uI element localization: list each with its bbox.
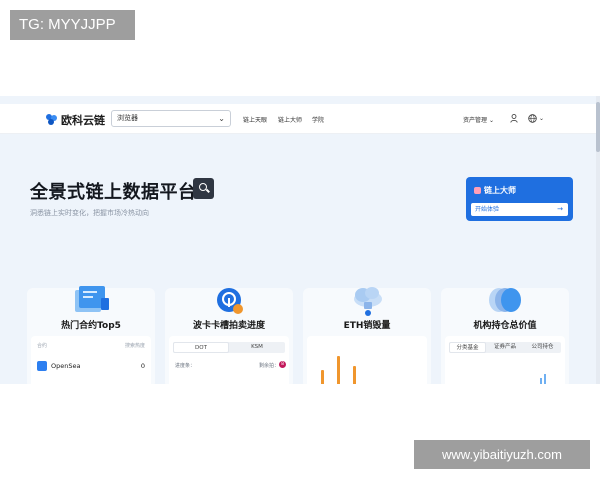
contract-name: OpenSea (51, 362, 81, 370)
card-body (307, 336, 427, 384)
opensea-icon (37, 361, 47, 371)
hero-title: 全景式链上数据平台 (30, 182, 197, 203)
card-body: 合约 搜索热度 OpenSea 0 (31, 336, 151, 384)
tab-securities[interactable]: 证券产品 (486, 342, 524, 353)
card-title: ETH销毁量 (343, 321, 391, 331)
chevron-down-icon: ⌄ (218, 114, 225, 123)
hero-subtitle: 洞悉链上实时变化，把握市场冷热动向 (30, 209, 149, 217)
watermark-bottom: www.yibaitiyuzh.com (414, 440, 590, 469)
tab-dot[interactable]: DOT (173, 342, 229, 353)
user-icon[interactable] (510, 114, 518, 123)
card-body: DOT KSM 进度条： 剩余拍： 8 (169, 336, 289, 384)
card-institution-holdings[interactable]: 机构持仓总价值 分类基金 证券产品 公司持仓 (441, 288, 569, 384)
card-title: 热门合约Top5 (61, 321, 121, 331)
app-screenshot: 欧科云链 浏览器 ⌄ 链上天眼 链上大师 学院 资产管理 ⌄ ⌄ 全景式链上数据… (0, 96, 600, 384)
card-title: 波卡卡槽拍卖进度 (192, 321, 265, 331)
chart-bar (353, 366, 356, 384)
browser-select[interactable]: 浏览器 ⌄ (111, 110, 231, 127)
contract-illustration-icon (75, 286, 109, 312)
nav-link-academy[interactable]: 学院 (312, 115, 324, 124)
tab-fund[interactable]: 分类基金 (449, 342, 486, 353)
column-header-search-heat: 搜索热度 (124, 343, 145, 349)
search-button[interactable] (193, 178, 214, 199)
asset-manage-label: 资产管理 (463, 117, 488, 124)
chain-master-label: 链上大师 (484, 186, 516, 195)
start-trial-label: 开始体验 (475, 206, 500, 213)
logo-text: 欧科云链 (61, 114, 105, 127)
segmented-control: 分类基金 证券产品 公司持仓 (449, 342, 561, 353)
chart-bar (337, 356, 340, 384)
globe-icon[interactable] (528, 114, 537, 123)
mini-chart-icon (540, 374, 546, 384)
chart-bar (321, 370, 324, 384)
card-body: 分类基金 证券产品 公司持仓 (445, 336, 565, 384)
arrow-right-icon: → (557, 205, 563, 213)
segmented-control: DOT KSM (173, 342, 285, 353)
chain-master-title: 链上大师 (474, 185, 516, 196)
chevron-down-icon: ⌄ (488, 117, 494, 124)
remaining-badge: 8 (279, 361, 286, 368)
auction-illustration-icon (217, 288, 243, 314)
holdings-illustration-icon (489, 288, 521, 312)
tab-ksm[interactable]: KSM (229, 342, 285, 353)
card-hot-contracts[interactable]: 热门合约Top5 合约 搜索热度 OpenSea 0 (27, 286, 155, 384)
watermark-top: TG: MYYJJPP (10, 10, 135, 40)
chevron-down-icon[interactable]: ⌄ (539, 115, 544, 122)
card-polkadot-auction[interactable]: 波卡卡槽拍卖进度 DOT KSM 进度条： 剩余拍： 8 (165, 288, 293, 384)
card-title: 机构持仓总价值 (473, 321, 537, 331)
scrollbar-thumb[interactable] (596, 102, 600, 152)
top-nav: 欧科云链 浏览器 ⌄ 链上天眼 链上大师 学院 资产管理 ⌄ ⌄ (0, 104, 596, 134)
card-eth-burn[interactable]: ETH销毁量 (303, 287, 431, 384)
remaining-label: 剩余拍： (259, 363, 280, 369)
browser-select-value: 浏览器 (117, 114, 138, 122)
chain-master-icon (474, 187, 481, 194)
logo[interactable]: 欧科云链 (46, 112, 105, 128)
column-header-contract: 合约 (37, 343, 48, 349)
nav-link-chain-master[interactable]: 链上大师 (278, 115, 302, 124)
chain-master-card[interactable]: 链上大师 开始体验 → (466, 177, 573, 221)
progress-label: 进度条： (175, 363, 196, 369)
eth-cloud-illustration-icon (354, 287, 382, 316)
tab-company[interactable]: 公司持仓 (524, 342, 561, 353)
asset-manage-menu[interactable]: 资产管理 ⌄ (463, 115, 494, 124)
nav-link-chain-eye[interactable]: 链上天眼 (243, 115, 267, 124)
table-row[interactable]: OpenSea 0 (37, 360, 145, 372)
start-trial-button[interactable]: 开始体验 → (471, 203, 568, 216)
search-heat-value: 0 (140, 362, 145, 370)
logo-icon (46, 114, 58, 126)
